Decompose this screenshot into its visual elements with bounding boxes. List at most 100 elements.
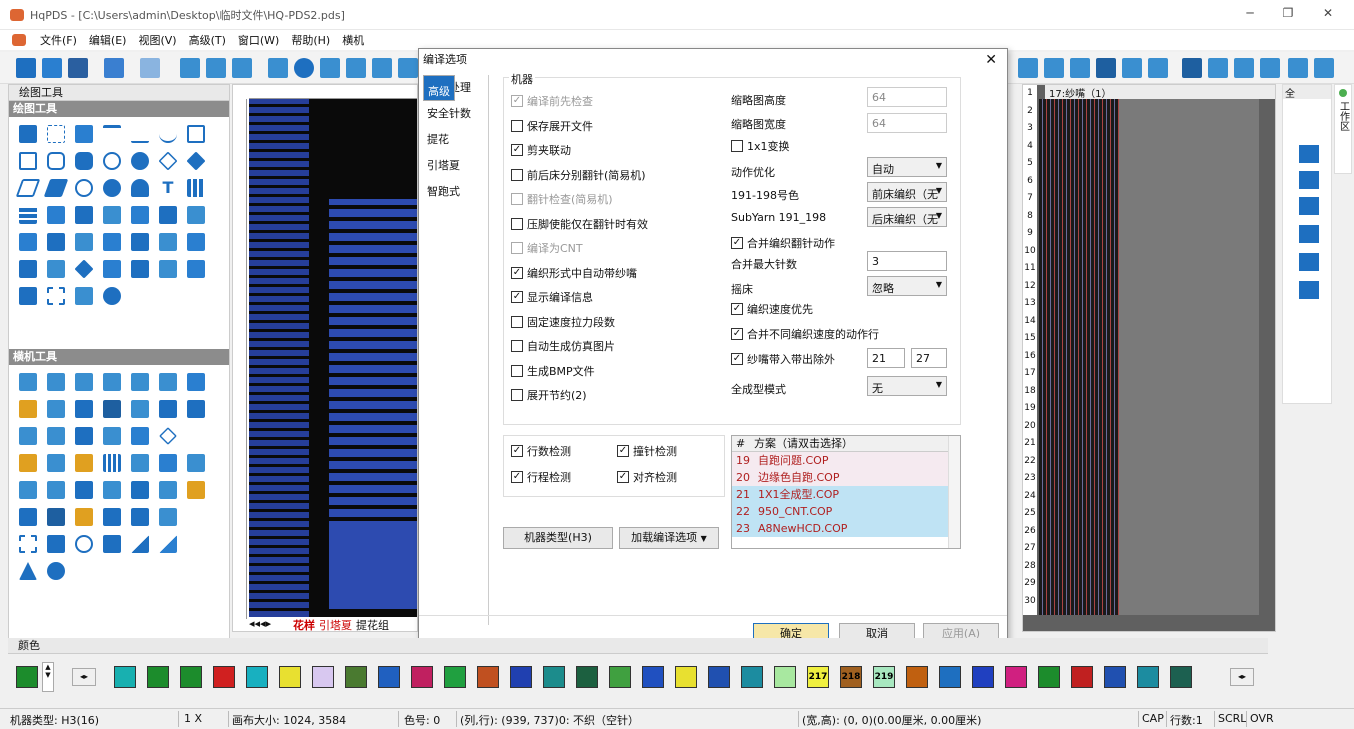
tool-l-icon[interactable] <box>1314 58 1334 78</box>
yarn-carrier-checkbox[interactable]: ✓ 纱嘴带入带出除外 <box>731 351 835 367</box>
option-checkbox[interactable]: 自动生成仿真图片 <box>511 338 615 354</box>
option-checkbox[interactable]: 生成BMP文件 <box>511 363 595 379</box>
merge-flip-checkbox[interactable]: ✓ 合并编织翻针动作 <box>731 235 835 251</box>
steps-icon[interactable] <box>19 427 37 445</box>
eraser-fill-icon[interactable] <box>19 233 37 251</box>
arrows-down-icon[interactable] <box>47 454 65 472</box>
tool-knit-b-icon[interactable] <box>1299 171 1319 189</box>
color-swatch[interactable] <box>378 666 400 688</box>
arrows-up-icon[interactable] <box>159 508 177 526</box>
copy-icon[interactable] <box>206 58 226 78</box>
sparkle-icon[interactable] <box>187 260 205 278</box>
nav-smart-run[interactable]: 智跑式 <box>423 179 488 205</box>
info-icon[interactable] <box>294 58 314 78</box>
paste-icon[interactable] <box>232 58 252 78</box>
color-swatch[interactable] <box>906 666 928 688</box>
nav-jacquard[interactable]: 提花 <box>423 127 488 153</box>
color-swatch[interactable] <box>312 666 334 688</box>
new-file-icon[interactable] <box>16 58 36 78</box>
diamond-fill-icon[interactable] <box>186 151 206 171</box>
option-checkbox[interactable]: ✓ 编织形式中自动带纱嘴 <box>511 265 637 281</box>
action-opt-select[interactable]: 自动 ▼ <box>867 157 947 177</box>
tab-intarsia[interactable]: 引塔夏 <box>319 617 352 632</box>
close-window-button[interactable]: ✕ <box>1318 6 1338 22</box>
parallelogram-fill-icon[interactable] <box>43 179 69 197</box>
rack-select[interactable]: 忽略 ▼ <box>867 276 947 296</box>
fill-col-icon[interactable] <box>75 206 93 224</box>
color-swatch[interactable] <box>477 666 499 688</box>
option-checkbox[interactable]: ✓ 剪夹联动 <box>511 142 571 158</box>
tool-e-icon[interactable] <box>1122 58 1142 78</box>
tool-f-icon[interactable] <box>1148 58 1168 78</box>
select-box-icon[interactable] <box>19 535 37 553</box>
icj-alt-icon[interactable] <box>103 508 121 526</box>
workspace-vertical-tab[interactable]: 工作区 <box>1334 84 1352 174</box>
tab-nav-buttons[interactable]: ◂◂◂▸ <box>249 617 289 631</box>
globe-alt-icon[interactable] <box>47 562 65 580</box>
line-step-icon[interactable] <box>103 125 121 143</box>
menu-advanced[interactable]: 高级(T) <box>183 32 232 48</box>
color-swatch[interactable] <box>411 666 433 688</box>
split-bar-icon[interactable] <box>159 481 177 499</box>
bucket-icon[interactable] <box>187 206 205 224</box>
thumb-height-input[interactable]: 64 <box>867 87 947 107</box>
travel-check[interactable]: ✓ 行程检测 <box>511 469 571 485</box>
dots-icon[interactable] <box>159 260 177 278</box>
tool-knit-f-icon[interactable] <box>1299 281 1319 299</box>
stretch-icon[interactable] <box>103 233 121 251</box>
tool-knit-c-icon[interactable] <box>1299 197 1319 215</box>
select-rect-icon[interactable] <box>47 125 65 143</box>
cone-icon[interactable] <box>47 427 65 445</box>
rect-outline-icon[interactable] <box>19 152 37 170</box>
diamond-tool-icon[interactable] <box>159 427 177 445</box>
scheme-row[interactable]: 19 自跑问题.COP <box>732 452 960 469</box>
bars-icon[interactable] <box>103 454 121 472</box>
tuck-back-icon[interactable] <box>131 373 149 391</box>
knit-both-icon[interactable] <box>75 373 93 391</box>
stairs-icon[interactable] <box>131 535 149 553</box>
bars-alt-icon[interactable] <box>131 454 149 472</box>
pattern-view[interactable] <box>249 99 417 617</box>
hcd-frame-icon[interactable] <box>75 508 93 526</box>
minimize-button[interactable]: ─ <box>1240 6 1260 22</box>
pattern-canvas[interactable]: ◂◂◂▸ 花样 引塔夏 提花组 <box>232 84 418 632</box>
load-options-button[interactable]: 加载编译选项 ▼ <box>619 527 719 549</box>
color-swatch[interactable] <box>708 666 730 688</box>
cross-icon[interactable] <box>19 481 37 499</box>
knit-front-icon[interactable] <box>19 373 37 391</box>
full-form-select[interactable]: 无 ▼ <box>867 376 947 396</box>
brush-icon[interactable] <box>47 206 65 224</box>
tool-d-icon[interactable] <box>1096 58 1116 78</box>
grid-fill-icon[interactable] <box>75 287 93 305</box>
scheme-row[interactable]: 21 1X1全成型.COP <box>732 486 960 503</box>
align-check[interactable]: ✓ 对齐检测 <box>617 469 677 485</box>
color-swatch[interactable] <box>213 666 235 688</box>
open-file-icon[interactable] <box>42 58 62 78</box>
tuck-icon[interactable] <box>103 373 121 391</box>
thumb-width-input[interactable]: 64 <box>867 113 947 133</box>
mirror-icon[interactable] <box>159 206 177 224</box>
swap-1x1-checkbox[interactable]: 1x1变换 <box>731 138 790 154</box>
current-color-swatch[interactable] <box>16 666 38 688</box>
cut-icon[interactable] <box>180 58 200 78</box>
machine-type-button[interactable]: 机器类型(H3) <box>503 527 613 549</box>
speed-first-checkbox[interactable]: ✓ 编织速度优先 <box>731 301 813 317</box>
h-icon[interactable] <box>75 427 93 445</box>
round-rect-icon[interactable] <box>47 152 65 170</box>
cloud-icon[interactable] <box>131 179 149 197</box>
round-rect-fill-icon[interactable] <box>75 152 93 170</box>
color-swatch[interactable] <box>1137 666 1159 688</box>
section-knitting-tools[interactable]: 横机工具 <box>9 349 229 365</box>
color-swatch[interactable]: 218 <box>840 666 862 688</box>
tab-pattern[interactable]: 花样 <box>293 617 315 632</box>
curve-icon[interactable] <box>159 125 177 143</box>
merge-max-input[interactable]: 3 <box>867 251 947 271</box>
frame-icon[interactable] <box>19 260 37 278</box>
parallelogram-icon[interactable] <box>15 179 41 197</box>
columns-icon[interactable] <box>187 179 205 197</box>
color-swatch[interactable] <box>576 666 598 688</box>
yarn-icon[interactable] <box>320 58 340 78</box>
stack-icon[interactable] <box>131 427 149 445</box>
scheme-header-name[interactable]: 方案（请双击选择） <box>754 437 853 450</box>
color-swatch[interactable] <box>246 666 268 688</box>
